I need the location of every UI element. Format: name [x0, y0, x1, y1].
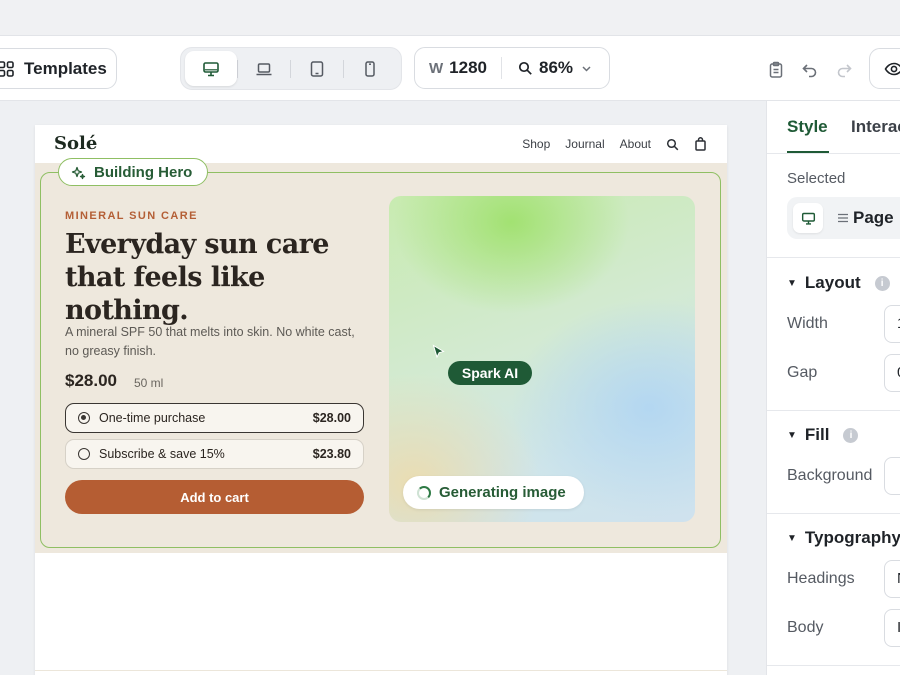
desktop-icon	[203, 61, 219, 76]
site-logo: Solé	[54, 133, 98, 154]
width-value[interactable]: 1280	[449, 58, 487, 78]
product-size: 50 ml	[134, 376, 164, 390]
editor-toolbar: Templates W 1280 86%	[0, 36, 900, 101]
mobile-icon	[365, 60, 375, 77]
tab-interactions[interactable]: Interactions	[851, 117, 900, 137]
device-tablet-button[interactable]	[291, 51, 343, 86]
info-icon[interactable]: i	[874, 275, 890, 291]
divider	[767, 153, 900, 154]
generating-image-status: Generating image	[403, 476, 584, 509]
add-to-cart-button[interactable]: Add to cart	[65, 480, 364, 514]
site-nav: Shop Journal About	[522, 137, 707, 151]
clipboard-button[interactable]	[766, 60, 786, 80]
width-input[interactable]: 1280	[884, 305, 900, 343]
ai-cursor-icon	[432, 344, 445, 359]
product-price: $28.00	[65, 371, 117, 390]
gap-input[interactable]: 0	[884, 354, 900, 392]
laptop-icon	[256, 62, 272, 75]
loading-spinner-icon	[417, 485, 431, 500]
section-title: Typography	[804, 528, 900, 547]
redo-icon	[837, 64, 852, 78]
preview-button[interactable]	[869, 48, 900, 89]
section-fill[interactable]: ▼ Fill i	[787, 425, 859, 445]
info-icon[interactable]: i	[843, 427, 859, 443]
headings-font-input[interactable]: N	[884, 560, 900, 598]
divider	[501, 57, 502, 79]
purchase-option-subscribe[interactable]: Subscribe & save 15% $23.80	[65, 439, 364, 469]
viewport-size-control: W 1280 86%	[414, 47, 610, 89]
zoom-value[interactable]: 86%	[539, 58, 573, 78]
window-top-strip	[0, 0, 900, 36]
chevron-down-icon[interactable]	[581, 63, 592, 74]
body-font-input[interactable]: I	[884, 609, 900, 647]
clipboard-icon	[769, 61, 783, 78]
search-icon[interactable]	[666, 138, 679, 151]
device-switcher	[180, 47, 402, 90]
section-typography[interactable]: ▼ Typography	[787, 528, 900, 548]
device-desktop-button[interactable]	[185, 51, 237, 86]
eye-icon	[884, 62, 900, 75]
sparkle-icon	[71, 166, 86, 179]
collapse-triangle-icon: ▼	[787, 277, 797, 289]
device-laptop-button[interactable]	[238, 51, 290, 86]
option-price: $23.80	[312, 447, 351, 461]
selected-element[interactable]: Page	[787, 197, 900, 239]
grid-icon	[0, 60, 14, 77]
field-label-gap: Gap	[787, 364, 818, 381]
hero-eyebrow: MINERAL SUN CARE	[65, 210, 198, 222]
templates-label: Templates	[24, 58, 107, 78]
hero-section[interactable]: MINERAL SUN CARE Everyday sun care that …	[40, 172, 721, 548]
zoom-icon	[518, 61, 532, 75]
spark-ai-cursor-label: Spark AI	[448, 361, 532, 385]
field-label-headings: Headings	[787, 570, 855, 587]
building-hero-label: Building Hero	[94, 163, 193, 181]
option-price: $28.00	[312, 411, 351, 425]
tab-style[interactable]: Style	[787, 117, 828, 137]
canvas-page[interactable]: Solé Shop Journal About MINERAL SUN CARE…	[35, 125, 727, 675]
section-title: Fill	[804, 425, 830, 444]
divider	[35, 670, 727, 671]
background-input[interactable]	[884, 457, 900, 495]
collapse-triangle-icon: ▼	[787, 532, 797, 544]
section-layout[interactable]: ▼ Layout i	[787, 273, 890, 293]
nav-link-about[interactable]: About	[620, 137, 651, 151]
divider	[767, 513, 900, 514]
undo-icon	[802, 64, 817, 78]
selected-value: Page	[853, 208, 894, 227]
building-hero-badge: Building Hero	[58, 158, 208, 186]
templates-button[interactable]: Templates	[0, 48, 117, 89]
undo-button[interactable]	[800, 60, 820, 80]
width-label: W	[429, 59, 444, 77]
redo-button[interactable]	[834, 60, 854, 80]
radio-selected	[78, 412, 90, 424]
hero-headline: Everyday sun care that feels like nothin…	[65, 229, 329, 326]
section-title: Layout	[804, 273, 861, 292]
divider	[767, 665, 900, 666]
tablet-icon	[310, 60, 324, 77]
hero-subtext: A mineral SPF 50 that melts into skin. N…	[65, 325, 355, 358]
collapse-triangle-icon: ▼	[787, 429, 797, 441]
option-label: Subscribe & save 15%	[99, 447, 225, 461]
divider	[767, 257, 900, 258]
device-mobile-button[interactable]	[344, 51, 396, 86]
shopping-bag-icon[interactable]	[694, 137, 707, 151]
field-label-width: Width	[787, 315, 828, 332]
generating-image-label: Generating image	[439, 484, 566, 501]
selected-desktop-badge	[793, 203, 823, 233]
field-label-body: Body	[787, 619, 824, 636]
purchase-option-one-time[interactable]: One-time purchase $28.00	[65, 403, 364, 433]
nav-link-journal[interactable]: Journal	[565, 137, 604, 151]
option-label: One-time purchase	[99, 411, 206, 425]
inspector-panel: Style Interactions Selected Page ▼ Layou…	[766, 101, 900, 675]
field-label-background: Background	[787, 467, 873, 484]
drag-handle-icon	[838, 213, 848, 223]
radio-unselected	[78, 448, 90, 460]
desktop-icon	[801, 212, 815, 225]
nav-link-shop[interactable]: Shop	[522, 137, 550, 151]
selected-label: Selected	[787, 170, 846, 187]
divider	[767, 410, 900, 411]
